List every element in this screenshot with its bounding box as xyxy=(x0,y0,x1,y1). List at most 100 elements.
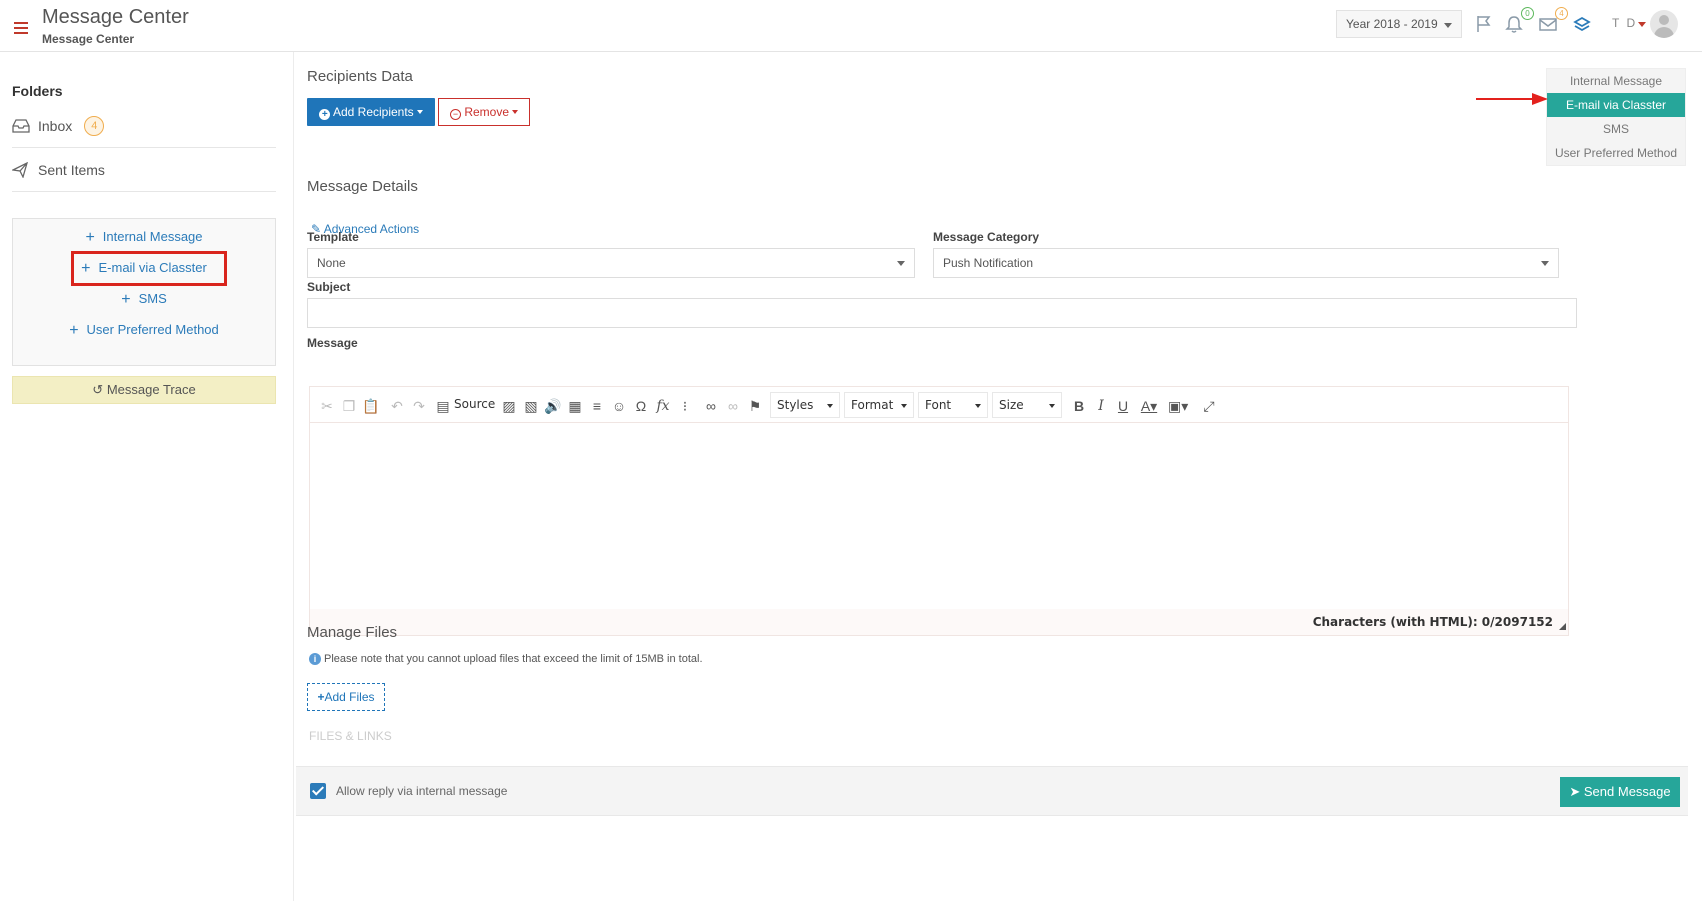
plus-icon: + xyxy=(121,291,131,308)
char-count: Characters (with HTML): 0/2097152 xyxy=(1312,615,1553,629)
bold-icon[interactable]: B xyxy=(1070,397,1088,415)
minus-circle-icon: − xyxy=(449,109,461,120)
template-select[interactable]: None xyxy=(307,248,915,278)
plus-icon: + xyxy=(69,322,79,339)
year-select-value: Year 2018 - 2019 xyxy=(1346,17,1438,31)
chevron-down-icon xyxy=(1049,404,1055,408)
image-icon[interactable]: ▨ xyxy=(500,397,518,415)
link-icon[interactable]: ∞ xyxy=(702,397,720,415)
format-combo[interactable]: Format xyxy=(844,392,914,418)
new-internal-message-link[interactable]: + Internal Message xyxy=(13,229,275,247)
chevron-down-icon xyxy=(901,404,907,408)
mail-icon[interactable]: 4 xyxy=(1538,7,1568,36)
cut-icon[interactable]: ✂ xyxy=(318,397,336,415)
redo-icon[interactable]: ↷ xyxy=(410,397,428,415)
allow-reply-checkbox[interactable] xyxy=(310,783,326,799)
flag-icon[interactable] xyxy=(1474,14,1496,36)
avatar[interactable] xyxy=(1650,10,1678,38)
inbox-count-badge: 4 xyxy=(84,115,105,136)
omega-icon[interactable]: Ω xyxy=(632,397,650,415)
recipients-title: Recipients Data xyxy=(307,68,413,85)
layers-icon[interactable] xyxy=(1572,14,1594,36)
italic-icon[interactable]: I xyxy=(1092,397,1110,415)
chevron-down-icon xyxy=(1541,261,1549,266)
send-icon: ➤ xyxy=(1569,784,1581,799)
page-title: Message Center xyxy=(42,6,189,28)
arrow-annotation-icon xyxy=(1476,93,1548,105)
method-email[interactable]: E-mail via Classter xyxy=(1547,93,1685,117)
highlight-annotation xyxy=(71,251,227,286)
text-color-icon[interactable]: A▾ xyxy=(1140,397,1158,415)
image2-icon[interactable]: ▧ xyxy=(522,397,540,415)
new-message-box: + Internal Message + E-mail via Classter +… xyxy=(12,218,276,366)
font-combo[interactable]: Font xyxy=(918,392,988,418)
smiley-icon[interactable]: ☺ xyxy=(610,397,628,415)
chevron-down-icon xyxy=(827,404,833,408)
folder-inbox[interactable]: Inbox 4 xyxy=(12,104,276,148)
chevron-down-icon xyxy=(975,404,981,408)
size-combo[interactable]: Size xyxy=(992,392,1062,418)
menu-icon[interactable] xyxy=(14,22,28,34)
category-label: Message Category xyxy=(933,230,1040,244)
send-message-button[interactable]: ➤ Send Message xyxy=(1560,777,1680,807)
files-links-label: FILES & LINKS xyxy=(309,729,392,743)
underline-icon[interactable]: U xyxy=(1114,397,1132,415)
source-icon[interactable]: ▤ xyxy=(434,397,452,415)
add-recipients-button[interactable]: + Add Recipients xyxy=(307,98,435,126)
anchor-flag-icon[interactable]: ⚑ xyxy=(746,397,764,415)
subject-input[interactable] xyxy=(307,298,1577,328)
plus-circle-icon: + xyxy=(319,109,331,120)
message-trace-button[interactable]: ↺ Message Trace xyxy=(12,376,276,404)
history-icon: ↺ xyxy=(92,382,104,397)
notifications-badge: 0 xyxy=(1521,7,1534,20)
user-menu-caret-icon[interactable] xyxy=(1638,22,1646,27)
unlink-icon[interactable]: ∞ xyxy=(724,397,742,415)
method-internal-message[interactable]: Internal Message xyxy=(1547,69,1685,93)
template-label: Template xyxy=(307,230,359,244)
message-details-title: Message Details xyxy=(307,178,418,195)
chevron-down-icon xyxy=(512,110,519,114)
message-editor: ✂ ❐ 📋 ↶ ↷ ▤ Source ▨ ▧ 🔊 ▦ ≡ ☺ Ω fx ⁝ ∞ … xyxy=(309,386,1569,636)
footer-bar: Allow reply via internal message ➤ Send … xyxy=(296,766,1688,816)
remove-button[interactable]: − Remove xyxy=(438,98,530,126)
editor-content-area[interactable] xyxy=(310,423,1568,609)
styles-combo[interactable]: Styles xyxy=(770,392,840,418)
chevron-down-icon xyxy=(416,110,423,114)
messages-badge: 4 xyxy=(1555,7,1568,20)
source-button[interactable]: Source xyxy=(454,397,495,411)
table-icon[interactable]: ▦ xyxy=(566,397,584,415)
method-preferred[interactable]: User Preferred Method xyxy=(1547,141,1685,165)
undo-icon[interactable]: ↶ xyxy=(388,397,406,415)
editor-footer: Characters (with HTML): 0/2097152 xyxy=(310,609,1568,635)
send-method-list: Internal Message E-mail via Classter SMS… xyxy=(1546,68,1686,166)
new-preferred-method-link[interactable]: + User Preferred Method xyxy=(13,322,275,340)
method-sms[interactable]: SMS xyxy=(1547,117,1685,141)
editor-toolbar: ✂ ❐ 📋 ↶ ↷ ▤ Source ▨ ▧ 🔊 ▦ ≡ ☺ Ω fx ⁝ ∞ … xyxy=(310,387,1568,423)
top-header: Message Center Message Center Year 2018 … xyxy=(0,0,1702,52)
send-icon xyxy=(12,161,38,178)
folder-sent[interactable]: Sent Items xyxy=(12,148,276,192)
audio-icon[interactable]: 🔊 xyxy=(544,397,562,415)
iframe-icon[interactable]: ⁝ xyxy=(676,397,694,415)
maximize-icon[interactable]: ⤢ xyxy=(1200,397,1218,415)
formula-icon[interactable]: fx xyxy=(654,397,672,415)
resize-handle-icon[interactable] xyxy=(1559,623,1566,630)
category-select[interactable]: Push Notification xyxy=(933,248,1559,278)
user-initials[interactable]: T D xyxy=(1612,16,1637,30)
message-label: Message xyxy=(307,336,358,350)
upload-note: i Please note that you cannot upload file… xyxy=(309,653,703,665)
background-color-icon[interactable]: ▣▾ xyxy=(1168,397,1188,415)
new-sms-link[interactable]: + SMS xyxy=(13,291,275,309)
paste-icon[interactable]: 📋 xyxy=(362,397,380,415)
bell-icon[interactable]: 0 xyxy=(1504,7,1534,36)
manage-files-title: Manage Files xyxy=(307,624,398,641)
subject-label: Subject xyxy=(307,280,351,294)
main-content: Recipients Data + Add Recipients − Remov… xyxy=(296,52,1692,901)
horizontal-line-icon[interactable]: ≡ xyxy=(588,397,606,415)
chevron-down-icon xyxy=(1444,23,1452,28)
copy-icon[interactable]: ❐ xyxy=(340,397,358,415)
year-select[interactable]: Year 2018 - 2019 xyxy=(1336,10,1462,38)
folder-inbox-label: Inbox xyxy=(38,117,73,134)
folders-title: Folders xyxy=(12,83,63,99)
add-files-button[interactable]: +Add Files xyxy=(307,683,385,711)
